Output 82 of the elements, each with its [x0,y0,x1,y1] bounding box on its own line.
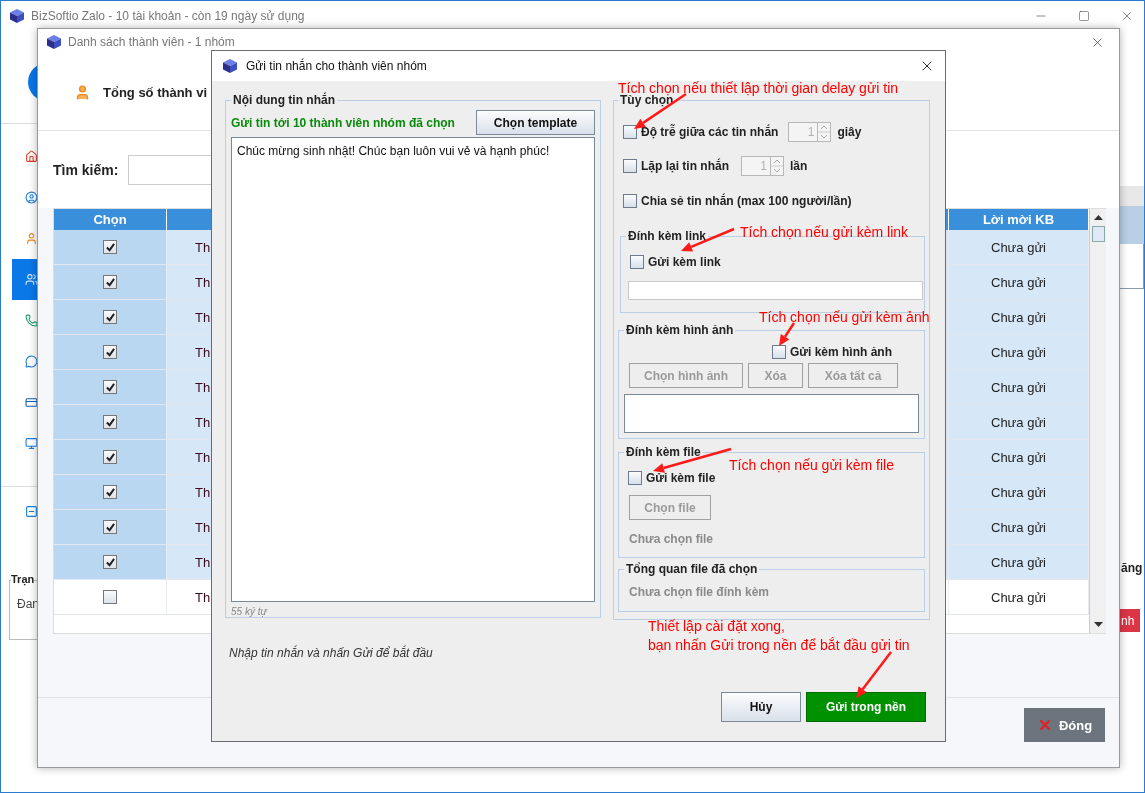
dialog-title: Danh sách thành viên - 1 nhóm [68,35,235,49]
recipients-text: Gửi tin tới 10 thành viên nhóm đã chọn [231,115,455,130]
group-title: Tổng quan file đã chọn [625,562,759,576]
close-button[interactable]: Đóng [1024,708,1105,742]
table-cell: Chưa gửi [949,475,1089,509]
user-circle-icon [25,189,38,206]
link-field[interactable] [628,281,923,300]
phone-icon [25,312,38,329]
scroll-up-icon[interactable] [1093,215,1103,220]
table-cell: Chưa gửi [949,265,1089,299]
column-header: ăng [1120,561,1144,575]
checkbox-label[interactable]: Gửi kèm file [646,471,716,485]
checkbox[interactable] [103,485,117,499]
table-row [1119,206,1144,244]
checkbox[interactable] [103,555,117,569]
checkbox[interactable] [103,415,117,429]
checkbox-label[interactable]: Gửi kèm hình ảnh [789,345,892,359]
arrow [681,227,735,252]
annotation-text: Tích chọn nếu gửi kèm file [729,456,894,475]
group-title: Trạn [11,573,35,585]
maximize-icon[interactable] [1078,10,1090,22]
table-cell: Chưa gửi [949,440,1089,474]
summary-text: Chưa chọn file đính kèm [629,585,771,599]
home-icon [25,148,38,165]
checkbox[interactable] [103,345,117,359]
arrow [856,651,892,698]
checkbox-label[interactable]: Chia sẻ tin nhắn (max 100 người/lần) [641,194,852,208]
send-button[interactable]: Gửi trong nền [806,692,926,722]
cancel-button[interactable]: Hủy [721,692,801,722]
checkbox[interactable] [103,380,117,394]
chat-icon [25,353,38,370]
checkbox[interactable] [630,255,644,269]
template-button[interactable]: Chọn template [476,110,595,135]
people-icon [25,271,38,288]
minus-icon [25,503,38,520]
group-title: Đính kèm hình ảnh [625,323,735,337]
group-title: Đính kèm file [625,445,702,459]
unit-label: lần [790,159,808,173]
message-field[interactable]: Chúc mừng sinh nhật! Chúc bạn luôn vui vẻ và hạnh phúc! [231,137,595,602]
checkbox[interactable] [623,194,637,208]
window-title: BizSoftio Zalo - 10 tài khoản - còn 19 ngày sử dụng [31,9,305,23]
checkbox[interactable] [103,450,117,464]
char-count: 55 ký tự [231,606,269,617]
action-button[interactable]: nh [1119,609,1140,632]
table-cell: Chưa gửi [949,230,1089,264]
checkbox[interactable] [103,520,117,534]
checkbox[interactable] [103,275,117,289]
monitor-icon [25,435,38,452]
unit-label: giây [837,125,862,139]
table-cell: Chưa gửi [949,300,1089,334]
table-cell: Chưa gửi [949,370,1089,404]
person-icon [25,230,38,247]
scroll-down-icon[interactable] [1093,622,1103,627]
table-cell: Chưa gửi [949,405,1089,439]
table-header [1119,186,1144,206]
table-cell: Chưa gửi [949,510,1089,544]
app-logo-icon [222,58,238,74]
hint-text: Nhập tin nhắn và nhấn Gửi để bắt đầu [229,646,433,660]
member-count-label: Tổng số thành vi [103,85,207,100]
table-cell: Chưa gửi [949,545,1089,579]
checkbox[interactable] [103,310,117,324]
file-status: Chưa chọn file [629,532,715,546]
annotation-text: Tích chọn nếu gửi kèm ảnh [759,308,930,327]
app-logo-icon [46,34,62,50]
annotation-text: bạn nhấn Gửi trong nền để bắt đầu gửi tin [648,636,910,655]
checkbox[interactable] [771,345,786,359]
group-title: Đính kèm link [627,229,708,243]
app-logo-icon [9,8,25,24]
annotation-text: Tích chọn nếu thiết lập thời gian delay gửi tin [618,79,899,96]
scroll-thumb[interactable] [1091,226,1105,242]
checkbox[interactable] [628,471,642,485]
dialog-title: Gửi tin nhắn cho thành viên nhóm [246,59,427,73]
table-cell: Chưa gửi [949,335,1089,369]
group-title: Nội dung tin nhắn [232,93,336,107]
group-title: Tùy chọn [619,93,674,107]
sidebar-item[interactable] [12,259,38,300]
scrollbar[interactable] [1089,209,1106,633]
person-icon [74,84,91,101]
checkbox[interactable] [103,240,117,254]
checkbox[interactable] [103,590,117,604]
search-label: Tìm kiếm: [53,161,119,178]
annotation-text: Thiết lập cài đặt xong, [648,617,786,636]
